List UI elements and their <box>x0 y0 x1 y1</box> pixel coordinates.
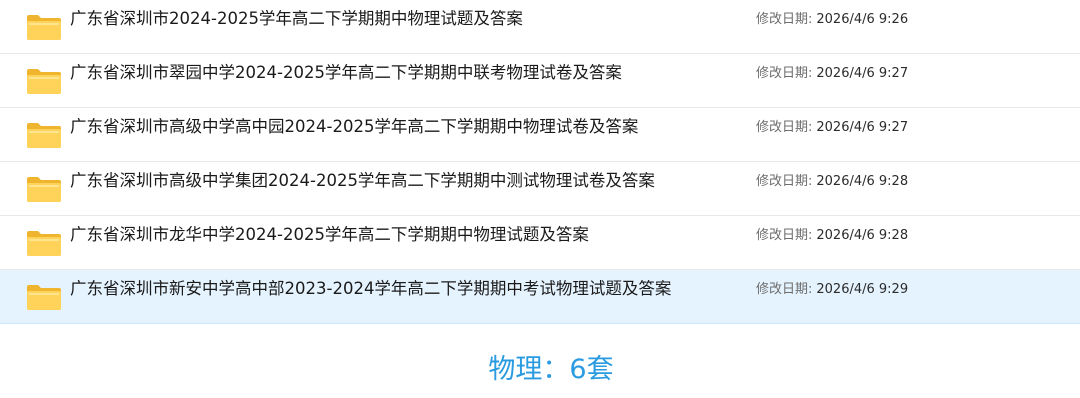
file-name: 广东省深圳市龙华中学2024-2025学年高二下学期期中物理试题及答案 <box>70 225 589 244</box>
date-label: 修改日期: <box>756 120 813 135</box>
folder-icon <box>26 13 62 41</box>
modified-date: 修改日期: 2026/4/6 9:27 <box>756 119 908 137</box>
file-name: 广东省深圳市新安中学高中部2023-2024学年高二下学期期中考试物理试题及答案 <box>70 279 672 298</box>
folder-icon <box>26 121 62 149</box>
date-value: 2026/4/6 9:28 <box>816 228 909 243</box>
file-row[interactable]: 广东省深圳市高级中学集团2024-2025学年高二下学期期中测试物理试卷及答案 … <box>0 162 1080 216</box>
date-label: 修改日期: <box>756 282 813 297</box>
modified-date: 修改日期: 2026/4/6 9:26 <box>756 11 908 29</box>
folder-icon <box>26 175 62 203</box>
date-label: 修改日期: <box>756 174 813 189</box>
file-row-selected[interactable]: 广东省深圳市新安中学高中部2023-2024学年高二下学期期中考试物理试题及答案… <box>0 270 1080 324</box>
date-value: 2026/4/6 9:28 <box>816 174 909 189</box>
modified-date: 修改日期: 2026/4/6 9:29 <box>756 281 908 299</box>
file-row[interactable]: 广东省深圳市龙华中学2024-2025学年高二下学期期中物理试题及答案 修改日期… <box>0 216 1080 270</box>
date-label: 修改日期: <box>756 228 813 243</box>
modified-date: 修改日期: 2026/4/6 9:28 <box>756 227 908 245</box>
date-label: 修改日期: <box>756 12 813 27</box>
folder-icon <box>26 67 62 95</box>
file-list: 广东省深圳市2024-2025学年高二下学期期中物理试题及答案 修改日期: 202… <box>0 0 1080 324</box>
file-name: 广东省深圳市2024-2025学年高二下学期期中物理试题及答案 <box>70 9 523 28</box>
file-row[interactable]: 广东省深圳市翠园中学2024-2025学年高二下学期期中联考物理试卷及答案 修改… <box>0 54 1080 108</box>
file-name: 广东省深圳市高级中学集团2024-2025学年高二下学期期中测试物理试卷及答案 <box>70 171 655 190</box>
file-row[interactable]: 广东省深圳市高级中学高中园2024-2025学年高二下学期期中物理试卷及答案 修… <box>0 108 1080 162</box>
folder-icon <box>26 283 62 311</box>
folder-icon <box>26 229 62 257</box>
date-value: 2026/4/6 9:26 <box>816 12 909 27</box>
file-name: 广东省深圳市高级中学高中园2024-2025学年高二下学期期中物理试卷及答案 <box>70 117 639 136</box>
modified-date: 修改日期: 2026/4/6 9:27 <box>756 65 908 83</box>
modified-date: 修改日期: 2026/4/6 9:28 <box>756 173 908 191</box>
summary-caption: 物理：6套 <box>488 354 614 385</box>
date-value: 2026/4/6 9:27 <box>816 66 909 81</box>
date-label: 修改日期: <box>756 66 813 81</box>
date-value: 2026/4/6 9:29 <box>816 282 909 297</box>
date-value: 2026/4/6 9:27 <box>816 120 909 135</box>
file-name: 广东省深圳市翠园中学2024-2025学年高二下学期期中联考物理试卷及答案 <box>70 63 622 82</box>
file-row[interactable]: 广东省深圳市2024-2025学年高二下学期期中物理试题及答案 修改日期: 202… <box>0 0 1080 54</box>
